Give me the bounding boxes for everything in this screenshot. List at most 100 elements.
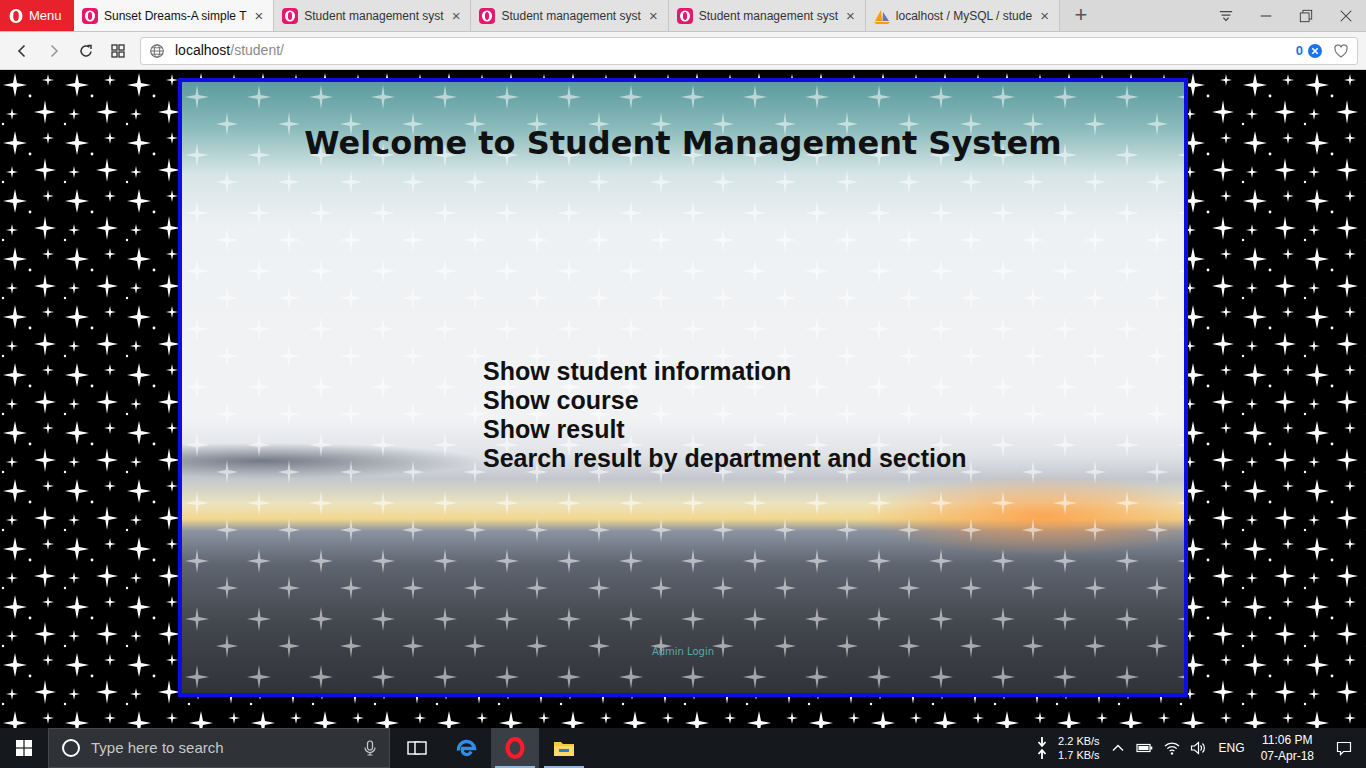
clock-time[interactable]: 11:06 PM [1261,732,1314,748]
wifi-icon [1164,740,1180,756]
microphone-icon[interactable] [363,740,377,756]
forward-button[interactable] [38,35,70,67]
forward-arrow-icon [46,43,62,59]
opera-favicon-icon [677,8,693,24]
opera-window: Menu Sunset Dreams-A simple T×Student ma… [0,0,1366,768]
browser-tab[interactable]: Student management syst × [471,0,668,31]
speed-dial-button[interactable] [102,35,134,67]
menu-links: Show student informationShow courseShow … [483,357,1184,473]
search-circle-icon [61,738,81,758]
running-indicator [495,766,535,768]
menu-link[interactable]: Search result by department and section [483,444,1184,473]
battery-icon [1136,740,1154,756]
menu-label[interactable]: Menu [29,6,62,26]
search-placeholder[interactable]: Type here to search [91,737,353,760]
reload-icon [78,43,94,59]
speaker-icon [1190,740,1206,756]
minimize-button[interactable] [1246,0,1286,31]
back-button[interactable] [6,35,38,67]
clock[interactable]: 11:06 PM 07-Apr-18 [1253,732,1322,764]
taskbar-app[interactable] [393,728,441,768]
address-host[interactable]: localhost [175,42,230,58]
transfer-arrows-icon [1036,736,1048,760]
page-title: Welcome to Student Management System [182,82,1184,162]
restore-button[interactable] [1286,0,1326,31]
back-arrow-icon [14,43,30,59]
address-field[interactable]: localhost/student/ 0 [140,37,1358,65]
network-speed-arrows [1031,728,1053,768]
volume-indicator[interactable] [1185,728,1211,768]
running-indicator [544,766,584,768]
phpmyadmin-favicon-icon [874,8,890,24]
opera-favicon-icon [82,8,98,24]
opera-icon [503,736,527,760]
tab-close-button[interactable]: × [450,8,463,23]
tab-label[interactable]: Sunset Dreams-A simple T [104,7,247,25]
tab-close-button[interactable]: × [844,8,857,23]
address-bar-row: localhost/student/ 0 [0,32,1366,70]
restore-icon [1299,9,1313,23]
notification-icon [1336,740,1352,756]
tab-close-button[interactable]: × [253,8,266,23]
system-tray: 2.2 KB/s 1.7 KB/s ENG 11:06 PM 07-Apr-18 [1031,728,1366,768]
explorer-icon [552,736,576,760]
browser-tab[interactable]: Student management syst × [669,0,866,31]
taskbar-app[interactable] [491,728,539,768]
new-tab-button[interactable]: + [1066,0,1096,31]
blocker-icon [1307,43,1323,59]
content-panel: Welcome to Student Management System Sho… [178,78,1188,697]
input-language[interactable]: ENG [1211,739,1253,757]
taskbar-app[interactable] [540,728,588,768]
opera-logo-icon [8,8,24,24]
browser-tab[interactable]: localhost / MySQL / stude × [866,0,1060,31]
tab-label[interactable]: Student management syst [304,7,443,25]
menu-link[interactable]: Show result [483,415,1184,444]
running-indicator [446,766,486,768]
tab-label[interactable]: localhost / MySQL / stude [896,7,1032,25]
search-box[interactable]: Type here to search [48,728,390,768]
tab-menu-icon [1219,9,1233,23]
show-hidden-icons[interactable] [1105,728,1131,768]
heart-icon[interactable] [1333,43,1349,59]
task-view-icon [405,736,429,760]
tab-strip: Menu Sunset Dreams-A simple T×Student ma… [0,0,1366,32]
upload-speed: 1.7 KB/s [1058,748,1100,762]
tab-close-button[interactable]: × [647,8,660,23]
tab-label[interactable]: Student management syst [699,7,838,25]
running-indicator [397,766,437,768]
page-background: Welcome to Student Management System Sho… [0,70,1366,728]
start-button[interactable] [0,728,48,768]
network-speed: 2.2 KB/s 1.7 KB/s [1053,728,1105,768]
clock-date[interactable]: 07-Apr-18 [1261,748,1314,764]
windows-logo-icon [16,740,32,756]
blocked-count: 0 [1296,41,1303,61]
wifi-indicator[interactable] [1159,728,1185,768]
menu-link[interactable]: Show student information [483,357,1184,386]
tab-menu-button[interactable] [1206,0,1246,31]
pinned-apps [392,728,588,768]
taskbar: Type here to search 2.2 KB/s 1.7 KB/s [0,728,1366,768]
tab-close-button[interactable]: × [1038,8,1051,23]
browser-tab[interactable]: Sunset Dreams-A simple T × [74,0,274,31]
ad-blocker-badge[interactable]: 0 [1296,41,1323,61]
address-text[interactable]: localhost/student/ [175,40,1286,61]
tab-label[interactable]: Student management syst [501,7,640,25]
address-path[interactable]: /student/ [230,42,284,58]
menu-link[interactable]: Show course [483,386,1184,415]
minimize-icon [1259,9,1273,23]
tab-list: Sunset Dreams-A simple T×Student managem… [74,0,1060,31]
reload-button[interactable] [70,35,102,67]
action-center-button[interactable] [1322,728,1366,768]
admin-login-link[interactable]: Admin Login [182,646,1184,693]
menu-button[interactable]: Menu [0,0,74,31]
battery-indicator[interactable] [1131,728,1159,768]
opera-favicon-icon [479,8,495,24]
browser-tab[interactable]: Student management syst × [274,0,471,31]
close-button[interactable] [1326,0,1366,31]
globe-icon [149,43,165,59]
opera-favicon-icon [282,8,298,24]
close-icon [1339,9,1353,23]
download-speed: 2.2 KB/s [1058,734,1100,748]
grid-icon [110,43,126,59]
taskbar-app[interactable] [442,728,490,768]
